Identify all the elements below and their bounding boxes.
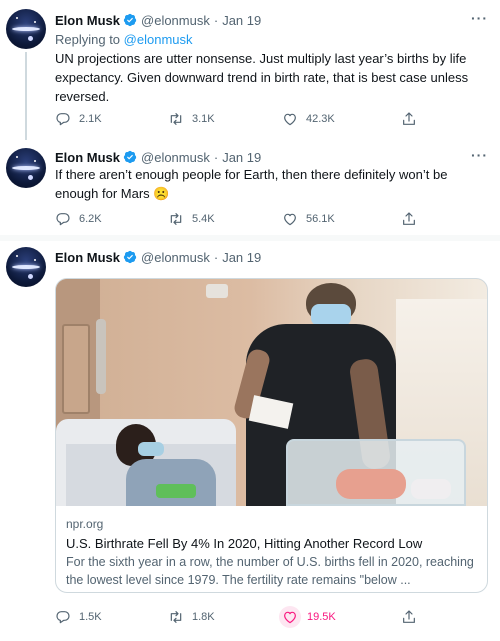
like-button[interactable]: 56.1K <box>282 211 335 227</box>
article-photo <box>56 279 487 506</box>
tweet-header: Elon Musk @elonmusk · Jan 19 <box>55 248 261 266</box>
like-icon <box>282 211 298 227</box>
reply-count: 2.1K <box>79 113 102 125</box>
retweet-count: 1.8K <box>192 611 215 623</box>
reply-icon <box>55 609 71 625</box>
tweet-date[interactable]: Jan 19 <box>222 250 261 265</box>
share-icon <box>401 211 417 227</box>
tweet-text: If there aren’t enough people for Earth,… <box>55 167 448 201</box>
retweet-count: 3.1K <box>192 113 215 125</box>
card-title[interactable]: U.S. Birthrate Fell By 4% In 2020, Hitti… <box>66 535 481 553</box>
like-count: 56.1K <box>306 213 335 225</box>
reply-button[interactable]: 1.5K <box>55 609 102 625</box>
separator-dot: · <box>213 249 219 265</box>
retweet-button[interactable]: 1.8K <box>168 609 215 625</box>
like-icon <box>282 111 298 127</box>
reply-button[interactable]: 6.2K <box>55 211 102 227</box>
card-domain: npr.org <box>66 517 104 531</box>
share-icon <box>401 111 417 127</box>
author-handle[interactable]: @elonmusk <box>141 250 210 265</box>
tweet-actions: 2.1K 3.1K 42.3K <box>55 111 435 129</box>
verified-badge-icon <box>123 250 137 264</box>
tweet-date[interactable]: Jan 19 <box>222 13 261 28</box>
more-icon[interactable]: ··· <box>471 10 488 26</box>
reply-button[interactable]: 2.1K <box>55 111 102 127</box>
reply-icon <box>55 211 71 227</box>
tweet-text: UN projections are utter nonsense. Just … <box>55 51 469 104</box>
tweet-actions: 1.5K 1.8K 19.5K <box>55 606 435 628</box>
share-icon <box>401 609 417 625</box>
tweet-header: Elon Musk @elonmusk · Jan 19 <box>55 148 261 166</box>
thread-line <box>25 52 27 140</box>
retweet-button[interactable]: 5.4K <box>168 211 215 227</box>
share-button[interactable] <box>401 111 417 127</box>
like-count: 19.5K <box>307 611 336 623</box>
avatar[interactable] <box>6 148 46 188</box>
verified-badge-icon <box>123 13 137 27</box>
retweet-icon <box>168 609 184 625</box>
like-highlight <box>279 606 301 628</box>
author-handle[interactable]: @elonmusk <box>141 13 210 28</box>
retweet-icon <box>168 211 184 227</box>
separator-dot: · <box>213 12 219 28</box>
like-count: 42.3K <box>306 113 335 125</box>
author-name[interactable]: Elon Musk <box>55 250 120 265</box>
more-icon[interactable]: ··· <box>471 147 488 163</box>
replying-handle-link[interactable]: @elonmusk <box>124 32 193 47</box>
replying-to: Replying to @elonmusk <box>55 32 193 47</box>
tweet-date[interactable]: Jan 19 <box>222 150 261 165</box>
author-handle[interactable]: @elonmusk <box>141 150 210 165</box>
separator-dot: · <box>213 149 219 165</box>
card-description: For the sixth year in a row, the number … <box>66 555 474 587</box>
author-name[interactable]: Elon Musk <box>55 13 120 28</box>
replying-prefix: Replying to <box>55 32 121 47</box>
share-button[interactable] <box>401 609 417 625</box>
tweet-1[interactable]: Elon Musk @elonmusk · Jan 19 ··· Replyin… <box>0 0 500 140</box>
link-card[interactable]: npr.org U.S. Birthrate Fell By 4% In 202… <box>55 278 488 593</box>
avatar[interactable] <box>6 247 46 287</box>
tweet-header: Elon Musk @elonmusk · Jan 19 <box>55 11 261 29</box>
reply-count: 1.5K <box>79 611 102 623</box>
retweet-count: 5.4K <box>192 213 215 225</box>
tweet-2[interactable]: Elon Musk @elonmusk · Jan 19 ··· If ther… <box>0 140 500 235</box>
like-button[interactable]: 42.3K <box>282 111 335 127</box>
reply-count: 6.2K <box>79 213 102 225</box>
retweet-button[interactable]: 3.1K <box>168 111 215 127</box>
like-button[interactable]: 19.5K <box>279 606 336 628</box>
tweet-actions: 6.2K 5.4K 56.1K <box>55 211 435 229</box>
verified-badge-icon <box>123 150 137 164</box>
reply-icon <box>55 111 71 127</box>
avatar[interactable] <box>6 9 46 49</box>
like-icon <box>282 609 298 625</box>
author-name[interactable]: Elon Musk <box>55 150 120 165</box>
card-text: npr.org U.S. Birthrate Fell By 4% In 202… <box>66 516 481 589</box>
retweet-icon <box>168 111 184 127</box>
share-button[interactable] <box>401 211 417 227</box>
